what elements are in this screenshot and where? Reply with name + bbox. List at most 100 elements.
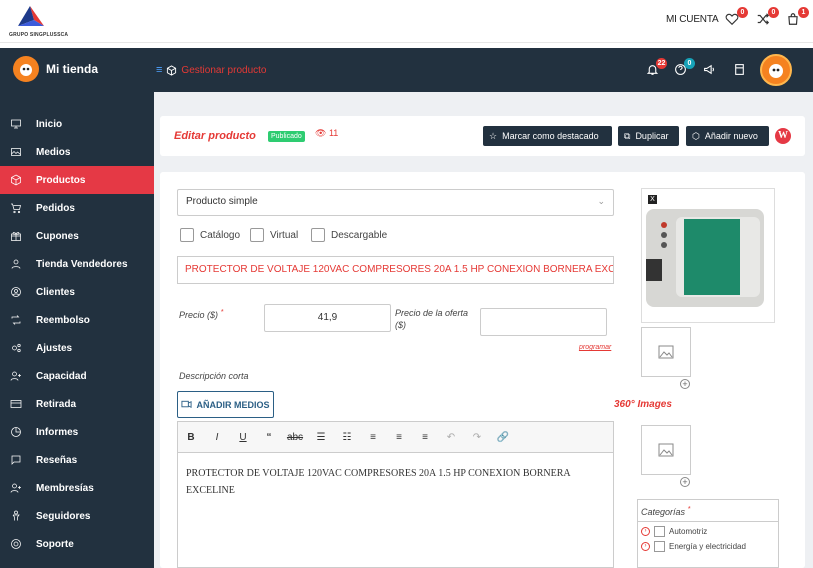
editor-content[interactable]: PROTECTOR DE VOLTAJE 120VAC COMPRESORES … — [178, 453, 613, 511]
sidebar-item-retirada[interactable]: Retirada — [0, 390, 154, 418]
downloadable-checkbox[interactable]: Descargable — [311, 228, 387, 242]
sidebar-item-clientes[interactable]: Clientes — [0, 278, 154, 306]
categories-box: Categorías * › Automotriz › Energía y el… — [637, 499, 779, 568]
sidebar-item-membresías[interactable]: Membresías — [0, 474, 154, 502]
mark-featured-button[interactable]: ☆ Marcar como destacado — [483, 126, 612, 146]
price-input[interactable]: 41,9 — [264, 304, 391, 332]
images-360-label: 360° Images — [614, 399, 672, 410]
sidebar-item-label: Cupones — [36, 230, 79, 242]
product-type-select[interactable]: Producto simple ⌄ — [177, 189, 614, 216]
sidebar-item-label: Pedidos — [36, 202, 75, 214]
image-360-thumbnail[interactable] — [641, 425, 691, 475]
underline-icon[interactable]: U — [230, 432, 256, 443]
schedule-link[interactable]: programar — [579, 344, 611, 351]
category-checkbox[interactable] — [654, 541, 665, 552]
undo-icon[interactable]: ↶ — [438, 432, 464, 443]
sidebar-item-tienda-vendedores[interactable]: Tienda Vendedores — [0, 250, 154, 278]
add-new-button[interactable]: ⬡ Añadir nuevo — [686, 126, 769, 146]
wishlist-button[interactable]: 0 — [725, 7, 748, 28]
sidebar-item-cupones[interactable]: Cupones — [0, 222, 154, 250]
sidebar-item-label: Inicio — [36, 118, 63, 130]
breadcrumb-current[interactable]: Gestionar producto — [181, 65, 266, 76]
category-item[interactable]: › Energía y electricidad — [638, 537, 778, 552]
retweet-icon — [11, 315, 21, 325]
price-label-text: Precio ($) — [179, 310, 219, 320]
cart-button[interactable]: 1 — [786, 7, 809, 28]
sidebar-item-soporte[interactable]: Soporte — [0, 530, 154, 558]
credit-card-icon — [10, 400, 22, 408]
views-count: 👁 11 — [315, 128, 338, 139]
site-logo[interactable]: GRUPO SINGPLUSSCA — [6, 4, 72, 40]
sidebar-item-capacidad[interactable]: Capacidad — [0, 362, 154, 390]
checkbox-box[interactable] — [311, 228, 325, 242]
blockquote-icon[interactable]: “ — [256, 432, 282, 443]
catalog-label: Catálogo — [200, 229, 241, 241]
pie-chart-icon — [11, 427, 21, 437]
sidebar-item-productos[interactable]: Productos — [0, 166, 154, 194]
sidebar-item-label: Medios — [36, 146, 71, 158]
categories-label: Categorías — [641, 507, 686, 517]
sidebar-item-reseñas[interactable]: Reseñas — [0, 446, 154, 474]
dashboard-header — [0, 48, 813, 92]
compare-button[interactable]: 0 — [756, 7, 779, 28]
store-avatar[interactable] — [13, 56, 39, 82]
user-plus-icon — [10, 483, 21, 493]
product-image[interactable] — [641, 188, 775, 323]
virtual-checkbox[interactable]: Virtual — [250, 228, 298, 242]
sidebar-item-label: Seguidores — [36, 510, 91, 522]
virtual-label: Virtual — [270, 229, 299, 241]
add-media-button[interactable]: AÑADIR MEDIOS — [177, 391, 274, 418]
store-title[interactable]: Mi tienda — [46, 62, 98, 76]
bullet-list-icon[interactable]: ☰ — [308, 432, 334, 443]
sidebar-item-informes[interactable]: Informes — [0, 418, 154, 446]
sidebar-item-inicio[interactable]: Inicio — [0, 110, 154, 138]
add-gallery-icon[interactable]: + — [680, 379, 690, 389]
gallery-thumbnail[interactable] — [641, 327, 691, 377]
category-item[interactable]: › Automotriz — [638, 522, 778, 537]
sidebar-item-ajustes[interactable]: Ajustes — [0, 334, 154, 362]
expand-icon[interactable]: › — [641, 542, 650, 551]
expand-icon[interactable]: › — [641, 527, 650, 536]
wordpress-icon[interactable]: W — [775, 128, 791, 144]
user-plus-icon — [10, 371, 21, 381]
user-icon — [11, 259, 21, 269]
menu-icon[interactable]: ≡ — [156, 64, 162, 76]
announcements-button[interactable] — [703, 63, 717, 77]
numbered-list-icon[interactable]: ☷ — [334, 432, 360, 443]
notifications-button[interactable]: 22 — [646, 58, 667, 77]
help-button[interactable]: 0 — [674, 58, 695, 77]
user-avatar[interactable] — [760, 54, 792, 86]
product-title-input[interactable]: PROTECTOR DE VOLTAJE 120VAC COMPRESORES … — [177, 256, 614, 284]
remove-image-button[interactable]: X — [648, 195, 657, 204]
offer-price-input[interactable] — [480, 308, 607, 336]
checkbox-box[interactable] — [180, 228, 194, 242]
copy-icon: ⧉ — [624, 130, 631, 141]
logo-icon — [18, 6, 44, 26]
strikethrough-icon[interactable]: abc — [282, 432, 308, 443]
sidebar-item-reembolso[interactable]: Reembolso — [0, 306, 154, 334]
align-right-icon[interactable]: ≡ — [412, 432, 438, 443]
category-label: Automotriz — [669, 527, 708, 536]
eye-icon: 👁 — [315, 128, 327, 138]
brand-name: GRUPO SINGPLUSSCA — [9, 32, 69, 38]
sidebar-item-pedidos[interactable]: Pedidos — [0, 194, 154, 222]
store-button[interactable] — [733, 63, 747, 77]
add-360-icon[interactable]: + — [680, 477, 690, 487]
italic-icon[interactable]: I — [204, 432, 230, 443]
align-left-icon[interactable]: ≡ — [360, 432, 386, 443]
my-account-link[interactable]: MI CUENTA — [666, 14, 719, 25]
sidebar-item-medios[interactable]: Medios — [0, 138, 154, 166]
bold-icon[interactable]: B — [178, 432, 204, 443]
link-icon[interactable]: 🔗 — [490, 432, 516, 443]
cart-count: 1 — [798, 7, 809, 18]
sidebar-item-seguidores[interactable]: Seguidores — [0, 502, 154, 530]
gift-icon — [11, 232, 21, 241]
duplicate-button[interactable]: ⧉ Duplicar — [618, 126, 679, 146]
short-description-label: Descripción corta — [179, 371, 249, 381]
checkbox-box[interactable] — [250, 228, 264, 242]
catalog-checkbox[interactable]: Catálogo — [180, 228, 240, 242]
redo-icon[interactable]: ↷ — [464, 432, 490, 443]
short-description-editor[interactable]: B I U “ abc ☰ ☷ ≡ ≡ ≡ ↶ ↷ 🔗 PROTECTOR DE… — [177, 421, 614, 568]
align-center-icon[interactable]: ≡ — [386, 432, 412, 443]
category-checkbox[interactable] — [654, 526, 665, 537]
